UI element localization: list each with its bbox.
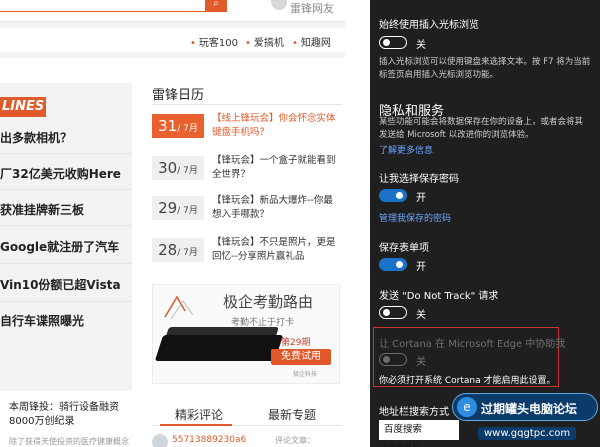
watermark-url: www.gqgtpc.com	[478, 427, 577, 440]
ad-period: 第29期	[281, 338, 311, 348]
comment-username[interactable]: 55713889230a6	[172, 435, 246, 445]
brief-title[interactable]: 本周锋投：骑行设备融资8000万创纪录	[9, 401, 129, 429]
comment-label: 评论文章：	[275, 436, 315, 445]
headline-item[interactable]: Google就注册了汽车	[0, 238, 132, 255]
calendar-title: 雷锋日历	[152, 88, 205, 103]
learn-more-link[interactable]: 了解更多信息	[379, 143, 433, 156]
forum-watermark: e 过期罐头电脑论坛	[452, 393, 598, 421]
cortana-state: 关	[416, 357, 426, 368]
tab-topics[interactable]: 最新专题	[268, 406, 316, 423]
calendar-item-text[interactable]: 【锋玩会】不只是照片，更是回忆--分享照片赢礼品	[212, 236, 338, 264]
save-passwords-toggle[interactable]	[379, 189, 407, 202]
nav-link-wanke[interactable]: • 玩客100	[190, 34, 238, 49]
search-button[interactable]: ⌕	[205, 0, 227, 12]
calendar-item[interactable]: 29/ 7月 【锋玩会】新品大爆炸--你最想入手哪款？	[152, 192, 342, 236]
form-entries-toggle[interactable]	[379, 258, 407, 271]
form-entries-label: 保存表单项	[379, 243, 429, 254]
settings-pane: 始终使用插入光标浏览 关 插入光标浏览可以使用键盘来选择文本。按 F7 将为当前…	[370, 0, 600, 447]
address-bar-search-label: 地址栏搜索方式	[379, 407, 449, 418]
main-content: LINES 出多款相机？ 厂32亿美元收购Here 获准挂牌新三板 Google…	[0, 58, 370, 447]
free-trial-button[interactable]: 免费试用	[271, 349, 331, 365]
site-topbar: ⌕ 雷锋网友	[0, 0, 370, 22]
web-page: ⌕ 雷锋网友 • 玩客100 • 爱搞机 • 知趣网 LINES 出多款相机？ 厂32…	[0, 0, 370, 447]
form-entries-state: 开	[416, 262, 426, 273]
nav-link-aigaoji[interactable]: • 爱搞机	[245, 34, 284, 49]
active-tab-indicator	[160, 424, 232, 426]
calendar-date: 29/ 7月	[152, 196, 204, 220]
watermark-logo-icon: e	[457, 397, 477, 417]
avatar[interactable]	[152, 434, 168, 447]
caret-browsing-label: 始终使用插入光标浏览	[379, 20, 479, 31]
caret-browsing-state: 关	[416, 40, 426, 51]
ad-logo: 极企科技	[293, 371, 318, 378]
ad-title: 极企考勤路由	[223, 293, 314, 311]
user-name[interactable]: 雷锋网友	[290, 0, 334, 16]
manage-passwords-link[interactable]: 管理我保存的密码	[379, 211, 451, 224]
calendar-item[interactable]: 31/ 7月 【线上锋玩会】你会怀念实体键盘手机吗？	[152, 110, 342, 154]
headline-item[interactable]: 自行车谍照曝光	[0, 312, 132, 329]
headlines-banner: LINES	[0, 97, 46, 117]
site-search-input[interactable]	[0, 0, 218, 12]
search-engine-select[interactable]: 百度搜索 (www.b	[379, 420, 459, 447]
brief-snippet: 除了获得天使投资的医疗健康概念	[9, 437, 129, 446]
calendar-date: 31/ 7月	[152, 114, 204, 138]
tab-comments[interactable]: 精彩评论	[175, 406, 223, 423]
headline-item[interactable]: 出多款相机？	[0, 129, 132, 146]
calendar-item-text[interactable]: 【锋玩会】新品大爆炸--你最想入手哪款？	[212, 194, 338, 222]
weekly-brief[interactable]: 本周锋投：骑行设备融资8000万创纪录 除了获得天使投资的医疗健康概念	[0, 391, 132, 447]
cortana-warning: 你必须打开系统 Cortana 才能启用此设置。	[379, 376, 556, 386]
nav-link-zhiqu[interactable]: • 知趣网	[292, 34, 331, 49]
calendar-date: 28/ 7月	[152, 238, 204, 262]
save-passwords-label: 让我选择保存密码	[379, 174, 459, 185]
calendar-item[interactable]: 30/ 7月 【锋玩会】一个盒子就能看到全世界？	[152, 152, 342, 196]
do-not-track-toggle[interactable]	[379, 306, 407, 319]
calendar-item-text[interactable]: 【锋玩会】一个盒子就能看到全世界？	[212, 154, 338, 182]
cortana-label: 让 Cortana 在 Microsoft Edge 中协助我	[379, 339, 566, 350]
do-not-track-state: 关	[416, 310, 426, 321]
headline-item[interactable]: Vin10份额已超Vista	[0, 276, 132, 293]
headline-item[interactable]: 厂32亿美元收购Here	[0, 165, 132, 182]
avatar[interactable]	[271, 0, 287, 10]
do-not-track-label: 发送 "Do Not Track" 请求	[379, 291, 499, 302]
headlines-column: LINES 出多款相机？ 厂32亿美元收购Here 获准挂牌新三板 Google…	[0, 83, 132, 447]
privacy-desc: 某些功能可能会将数据保存在你的设备上，或者会将其发送给 Microsoft 以改…	[379, 117, 584, 140]
calendar-item[interactable]: 28/ 7月 【锋玩会】不只是照片，更是回忆--分享照片赢礼品	[152, 234, 342, 278]
site-nav: • 玩客100 • 爱搞机 • 知趣网	[0, 28, 370, 52]
save-passwords-state: 开	[416, 193, 426, 204]
ad-stripes-decoration	[164, 295, 194, 320]
cortana-toggle[interactable]	[379, 353, 407, 366]
caret-browsing-desc: 插入光标浏览可以使用键盘来选择文本。按 F7 将为当前标签页启用插入光标浏览功能…	[379, 57, 591, 80]
calendar-date: 30/ 7月	[152, 156, 204, 180]
caret-browsing-toggle[interactable]	[379, 36, 407, 49]
search-icon: ⌕	[213, 0, 219, 9]
calendar-item-text[interactable]: 【线上锋玩会】你会怀念实体键盘手机吗？	[212, 112, 338, 140]
router-image-base	[154, 335, 284, 361]
watermark-text: 过期罐头电脑论坛	[481, 402, 578, 416]
ad-banner[interactable]: 极企考勤路由 考勤不止于打卡 第29期 免费试用 极企科技	[152, 284, 340, 384]
headline-item[interactable]: 获准挂牌新三板	[0, 201, 132, 218]
